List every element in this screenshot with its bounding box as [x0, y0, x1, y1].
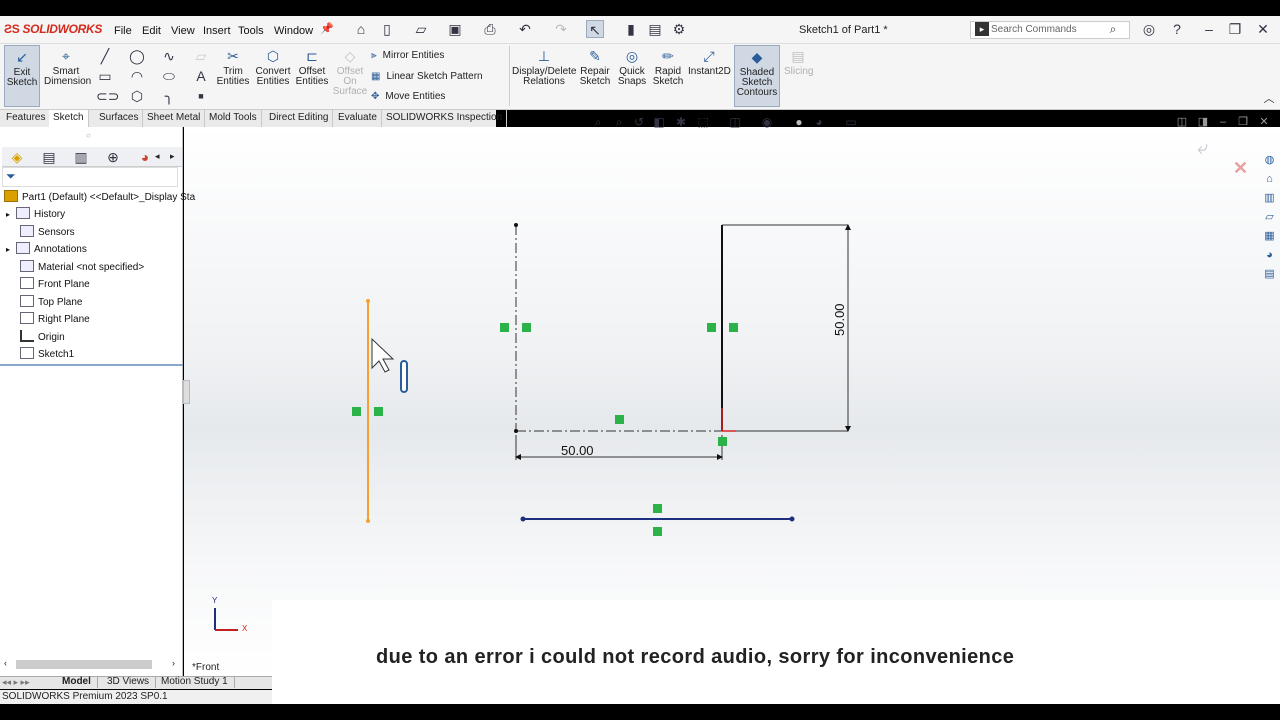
- relation-glyph[interactable]: [615, 415, 624, 424]
- triad-y-label: Y: [212, 596, 218, 605]
- property-manager-tab-icon[interactable]: ▤: [40, 148, 58, 166]
- feature-manager-tab-icon[interactable]: ◈: [8, 148, 26, 166]
- chevron-right-icon[interactable]: ▸: [170, 151, 175, 162]
- scroll-right-icon[interactable]: ›: [172, 658, 175, 668]
- cursor-line-feedback: [400, 360, 408, 393]
- part-icon: [4, 190, 18, 202]
- plane-icon: [20, 312, 34, 324]
- chevron-left-icon[interactable]: ◂: [155, 151, 160, 162]
- tree-item-annotations[interactable]: ▸ Annotations: [6, 241, 87, 258]
- tab-scroll-arrows-icon[interactable]: ◂◂ ▸ ▸▸: [2, 677, 30, 688]
- status-bar: SOLIDWORKS Premium 2023 SP0.1: [0, 690, 272, 704]
- relation-glyph[interactable]: [653, 527, 662, 536]
- relation-glyph[interactable]: [653, 504, 662, 513]
- line-endpoint[interactable]: [789, 516, 795, 522]
- tree-item-right-plane[interactable]: Right Plane: [20, 311, 90, 328]
- tab-model[interactable]: Model: [56, 676, 98, 688]
- view-orientation-label: *Front: [192, 662, 220, 673]
- tree-filter-field[interactable]: [2, 167, 178, 187]
- horizontal-scrollbar[interactable]: ‹ ›: [2, 658, 182, 672]
- tree-root-part[interactable]: Part1 (Default) <<Default>_Display Sta: [4, 189, 195, 206]
- tree-item-history[interactable]: ▸ History: [6, 206, 65, 223]
- history-icon: [16, 207, 31, 219]
- sketch-icon: [20, 347, 34, 359]
- triad-x-label: X: [242, 624, 248, 633]
- panel-splitter[interactable]: [183, 380, 190, 404]
- vertical-dimension-value[interactable]: 50.00: [832, 302, 848, 338]
- expand-arrow-icon[interactable]: ▸: [6, 210, 10, 219]
- video-caption: due to an error i could not record audio…: [376, 646, 1015, 668]
- relation-glyph[interactable]: [500, 323, 509, 332]
- rollback-bar[interactable]: [0, 364, 183, 366]
- tree-item-sketch1[interactable]: Sketch1: [20, 346, 74, 363]
- relation-glyph[interactable]: [352, 407, 361, 416]
- tab-3d-views[interactable]: 3D Views: [101, 676, 157, 688]
- panel-grip[interactable]: ○: [86, 131, 91, 140]
- filter-icon[interactable]: ⏷: [6, 169, 16, 184]
- plane-icon: [20, 295, 34, 307]
- sensors-icon: [20, 225, 34, 237]
- relation-glyph[interactable]: [718, 437, 727, 446]
- dimxpert-tab-icon[interactable]: ⊕: [104, 148, 122, 166]
- line-endpoint[interactable]: [366, 299, 370, 303]
- expand-arrow-icon[interactable]: ▸: [6, 245, 10, 254]
- scroll-thumb[interactable]: [16, 660, 152, 669]
- point[interactable]: [514, 429, 518, 433]
- relation-glyph[interactable]: [707, 323, 716, 332]
- relation-glyph[interactable]: [729, 323, 738, 332]
- tree-item-origin[interactable]: Origin: [20, 329, 65, 346]
- tree-item-sensors[interactable]: Sensors: [20, 224, 75, 241]
- display-manager-tab-icon[interactable]: ◕: [136, 148, 154, 166]
- bottom-black-strip: [0, 704, 1280, 720]
- tree-item-top-plane[interactable]: Top Plane: [20, 294, 82, 311]
- tree-item-material[interactable]: Material <not specified>: [20, 259, 144, 276]
- point[interactable]: [514, 223, 518, 227]
- configuration-manager-tab-icon[interactable]: ▥: [72, 148, 90, 166]
- annotations-icon: [16, 242, 31, 254]
- tree-item-front-plane[interactable]: Front Plane: [20, 276, 90, 293]
- plane-icon: [20, 277, 34, 289]
- line-endpoint[interactable]: [520, 516, 526, 522]
- mouse-cursor: [371, 337, 395, 373]
- tab-motion-study-1[interactable]: Motion Study 1: [155, 676, 235, 688]
- horizontal-dimension-value[interactable]: 50.00: [561, 443, 594, 458]
- relation-glyph[interactable]: [522, 323, 531, 332]
- relation-glyph[interactable]: [374, 407, 383, 416]
- material-icon: [20, 260, 34, 272]
- line-endpoint[interactable]: [366, 519, 370, 523]
- origin-icon: [20, 330, 34, 342]
- scroll-left-icon[interactable]: ‹: [4, 658, 7, 668]
